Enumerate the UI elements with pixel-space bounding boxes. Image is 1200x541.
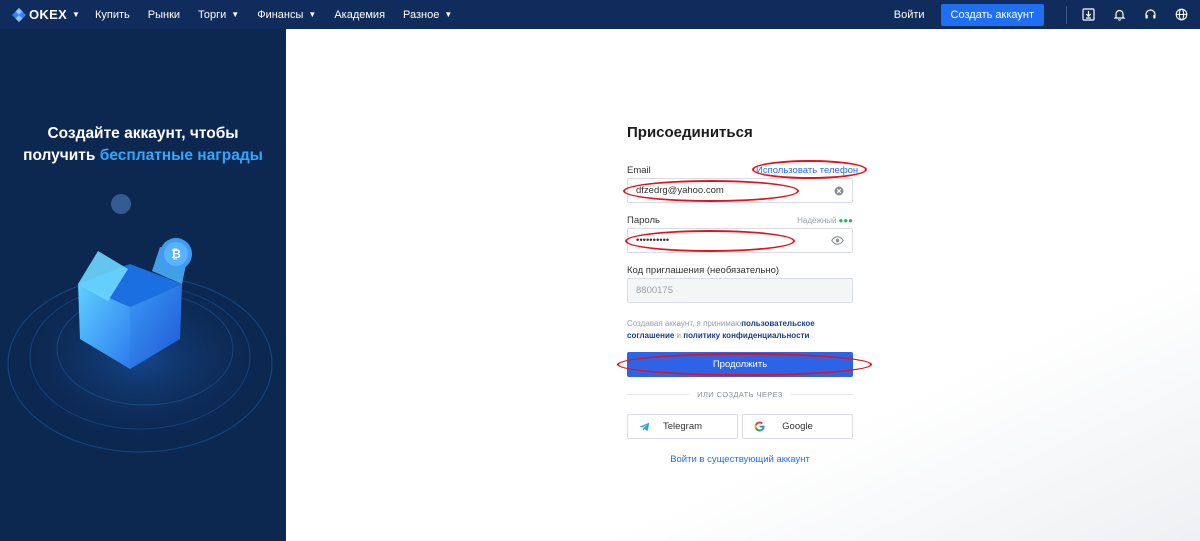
privacy-policy-link[interactable]: политику конфиденциальности [683, 331, 809, 340]
chevron-down-icon: ▼ [308, 10, 317, 19]
nav-item-buy[interactable]: Купить [95, 9, 130, 21]
main-content: Присоединиться Email Использовать телефо… [286, 29, 1200, 541]
password-label: Пароль [627, 215, 660, 226]
nav-item-trade[interactable]: Торги ▼ [198, 9, 239, 21]
or-divider: ИЛИ СОЗДАТЬ ЧЕРЕЗ [627, 390, 853, 399]
telegram-label: Telegram [662, 421, 703, 432]
email-field[interactable]: dfzedrg@yahoo.com [627, 178, 853, 203]
top-right-actions: Войти Создать аккаунт [894, 0, 1200, 29]
google-button[interactable]: Google [742, 414, 853, 439]
form-title: Присоединиться [627, 124, 753, 141]
invite-code-field[interactable]: 8800175 [627, 278, 853, 303]
login-link[interactable]: Войти [894, 9, 925, 21]
main-nav: Купить Рынки Торги ▼ Финансы ▼ Академия Ра… [95, 9, 470, 21]
nav-item-markets[interactable]: Рынки [148, 9, 180, 21]
logo-text: OKEX [29, 7, 68, 22]
chevron-down-icon: ▼ [444, 10, 453, 19]
promo-line-1: Создайте аккаунт, чтобы [47, 125, 239, 142]
svg-text:₿: ₿ [171, 247, 181, 261]
nav-item-finance[interactable]: Финансы ▼ [257, 9, 316, 21]
top-navigation-bar: OKEX ▼ Купить Рынки Торги ▼ Финансы ▼ Акад… [0, 0, 1200, 29]
okex-logo[interactable]: OKEX ▼ [12, 7, 80, 22]
email-value: dfzedrg@yahoo.com [636, 185, 724, 196]
existing-account-link[interactable]: Войти в существующий аккаунт [627, 454, 853, 465]
nav-item-more[interactable]: Разное ▼ [403, 9, 452, 21]
promo-highlight: бесплатные награды [99, 147, 263, 164]
nav-item-academy[interactable]: Академия [334, 9, 385, 21]
terms-text: Создавая аккаунт, я принимаюпользователь… [627, 319, 815, 340]
telegram-button[interactable]: Telegram [627, 414, 738, 439]
chevron-down-icon: ▼ [231, 10, 240, 19]
invite-code-label: Код приглашения (необязательно) [627, 265, 780, 276]
invite-code-value: 8800175 [636, 285, 673, 296]
divider [1066, 5, 1067, 24]
email-label: Email [627, 165, 651, 176]
create-account-button[interactable]: Создать аккаунт [940, 3, 1044, 26]
promo-line-2: получить бесплатные награды [23, 147, 263, 164]
or-label: ИЛИ СОЗДАТЬ ЧЕРЕЗ [697, 390, 783, 399]
password-value: •••••••••• [636, 235, 670, 246]
promo-heading: Создайте аккаунт, чтобы получить бесплат… [0, 123, 286, 167]
okex-logo-icon [12, 7, 26, 22]
headset-icon[interactable] [1143, 8, 1157, 22]
google-icon [753, 421, 765, 433]
clear-icon[interactable] [834, 186, 844, 196]
gift-box-illustration: ₿ [0, 194, 280, 454]
bell-icon[interactable] [1112, 8, 1126, 22]
download-icon[interactable] [1081, 8, 1095, 22]
chevron-down-icon: ▼ [72, 10, 80, 19]
google-label: Google [782, 421, 813, 432]
eye-icon[interactable] [831, 236, 844, 245]
password-field[interactable]: •••••••••• [627, 228, 853, 253]
globe-icon[interactable] [1174, 8, 1188, 22]
use-phone-link[interactable]: Использовать телефон [756, 165, 858, 176]
continue-button[interactable]: Продолжить [627, 352, 853, 377]
strength-dots: ●●● [838, 216, 854, 225]
telegram-icon [638, 421, 650, 433]
promo-panel: Создайте аккаунт, чтобы получить бесплат… [0, 29, 286, 541]
password-strength: Надёжный ●●● [797, 216, 853, 225]
